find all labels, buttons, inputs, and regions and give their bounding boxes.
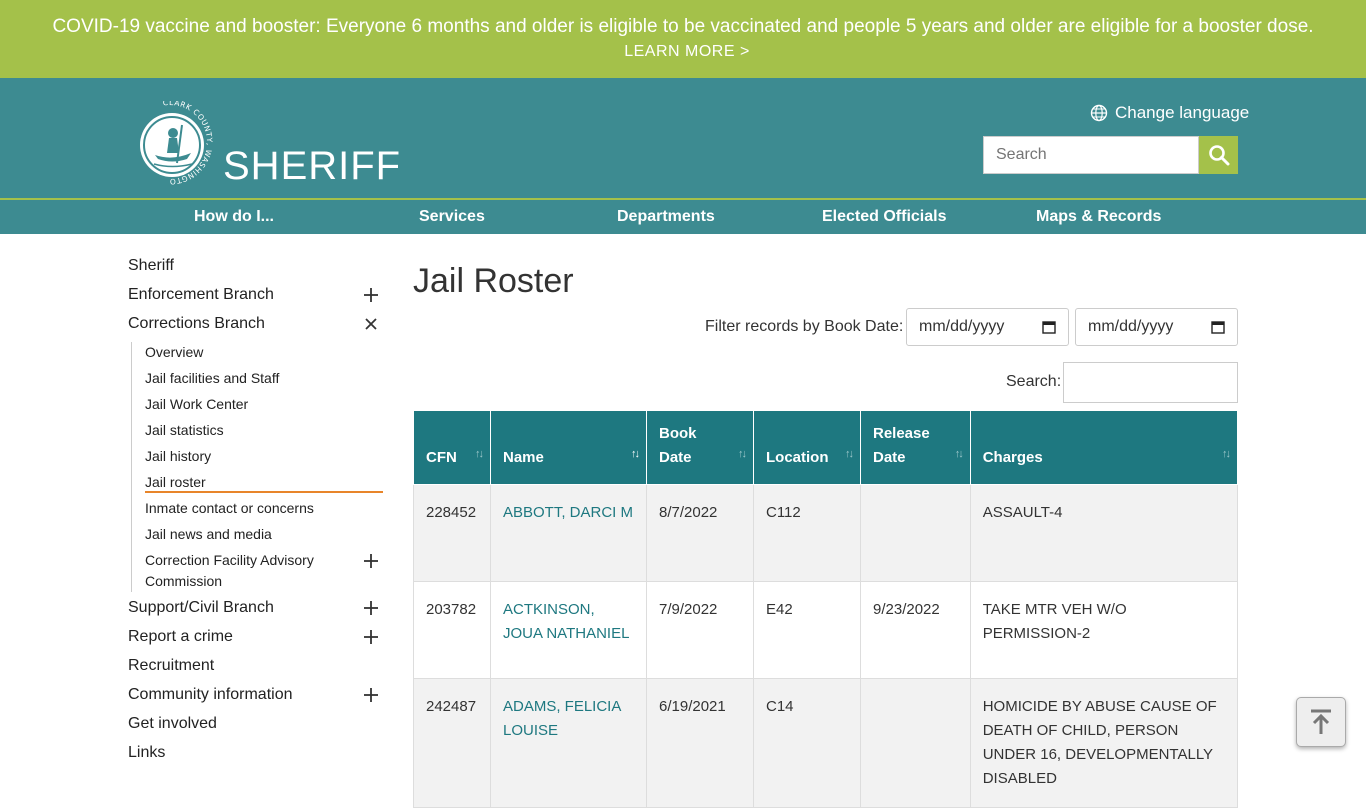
location-cell: E42 bbox=[753, 581, 861, 679]
subitem-jail-statistics[interactable]: Jail statistics bbox=[145, 420, 224, 440]
column-header-label: Name bbox=[503, 449, 544, 466]
inmate-name-link[interactable]: ABBOTT, DARCI M bbox=[503, 504, 633, 521]
site-search-button[interactable] bbox=[1199, 136, 1238, 174]
expand-plus-icon[interactable] bbox=[362, 628, 380, 646]
book-date-end-input[interactable]: mm/dd/yyyy bbox=[1075, 308, 1238, 346]
date-placeholder: mm/dd/yyyy bbox=[1088, 318, 1174, 335]
county-seal-logo[interactable]: CLARK COUNTY, WASHINGTON bbox=[127, 101, 213, 185]
subitem-jail-roster[interactable]: Jail roster bbox=[145, 472, 206, 492]
charges-cell: HOMICIDE BY ABUSE CAUSE OF DEATH OF CHIL… bbox=[969, 678, 1239, 808]
table-search-input[interactable] bbox=[1063, 362, 1238, 403]
column-header-cfn[interactable]: CFN ↑↓ bbox=[413, 410, 491, 485]
expand-plus-icon[interactable] bbox=[362, 686, 380, 704]
jail-roster-table: CFN ↑↓ Name ↑↓ Book Date ↑↓ Location ↑↓ Rele… bbox=[413, 410, 1239, 808]
cfn-cell: 228452 bbox=[413, 484, 491, 582]
expand-plus-icon[interactable] bbox=[362, 286, 380, 304]
sidebar-item-links[interactable]: Links bbox=[128, 743, 165, 763]
active-item-underline bbox=[145, 491, 383, 493]
column-header-release-date[interactable]: Release Date ↑↓ bbox=[860, 410, 971, 485]
sort-icon: ↑↓ bbox=[738, 448, 747, 460]
column-header-book-date[interactable]: Book Date ↑↓ bbox=[646, 410, 754, 485]
change-language-button[interactable]: Change language bbox=[1090, 103, 1249, 123]
table-row: 203782 ACTKINSON, JOUA NATHANIEL 7/9/202… bbox=[413, 581, 1239, 679]
charges-cell: TAKE MTR VEH W/O PERMISSION-2 bbox=[969, 581, 1239, 679]
cfn-cell: 203782 bbox=[413, 581, 491, 679]
column-header-label: Release Date bbox=[873, 425, 930, 466]
location-cell: C14 bbox=[753, 678, 861, 808]
expand-plus-icon[interactable] bbox=[362, 552, 380, 570]
nav-how-do-i[interactable]: How do I... bbox=[194, 208, 274, 226]
column-header-name[interactable]: Name ↑↓ bbox=[490, 410, 647, 485]
main-nav: How do I... Services Departments Elected… bbox=[0, 198, 1366, 234]
sidebar-item-support-civil[interactable]: Support/Civil Branch bbox=[128, 598, 274, 618]
nav-departments[interactable]: Departments bbox=[617, 208, 715, 226]
column-header-location[interactable]: Location ↑↓ bbox=[753, 410, 861, 485]
column-header-label: Charges bbox=[982, 449, 1043, 466]
release-date-cell: 9/23/2022 bbox=[860, 581, 971, 679]
sort-icon: ↑↓ bbox=[475, 448, 484, 460]
cfn-cell: 242487 bbox=[413, 678, 491, 808]
nav-services[interactable]: Services bbox=[419, 208, 485, 226]
subitem-inmate-contact[interactable]: Inmate contact or concerns bbox=[145, 498, 314, 518]
alert-banner: COVID-19 vaccine and booster: Everyone 6… bbox=[0, 0, 1366, 78]
name-cell: ACTKINSON, JOUA NATHANIEL bbox=[490, 581, 647, 679]
table-row: 242487 ADAMS, FELICIA LOUISE 6/19/2021 C… bbox=[413, 678, 1239, 808]
search-icon bbox=[1208, 145, 1229, 166]
arrow-up-to-top-icon bbox=[1311, 709, 1331, 734]
name-cell: ABBOTT, DARCI M bbox=[490, 484, 647, 582]
sort-icon: ↑↓ bbox=[1222, 448, 1231, 460]
inmate-name-link[interactable]: ADAMS, FELICIA LOUISE bbox=[503, 698, 621, 739]
column-header-charges[interactable]: Charges ↑↓ bbox=[969, 410, 1239, 485]
globe-icon bbox=[1090, 104, 1108, 122]
collapse-close-icon[interactable] bbox=[362, 315, 380, 333]
book-date-cell: 6/19/2021 bbox=[646, 678, 754, 808]
charges-cell: ASSAULT-4 bbox=[969, 484, 1239, 582]
alert-text: COVID-19 vaccine and booster: Everyone 6… bbox=[52, 16, 1314, 37]
book-date-start-input[interactable]: mm/dd/yyyy bbox=[906, 308, 1069, 346]
book-date-cell: 8/7/2022 bbox=[646, 484, 754, 582]
sidebar-item-community-info[interactable]: Community information bbox=[128, 685, 293, 705]
name-cell: ADAMS, FELICIA LOUISE bbox=[490, 678, 647, 808]
sidebar-item-report-crime[interactable]: Report a crime bbox=[128, 627, 233, 647]
site-search-input[interactable] bbox=[983, 136, 1199, 174]
column-header-label: Location bbox=[766, 449, 829, 466]
book-date-filter-label: Filter records by Book Date: bbox=[705, 318, 904, 335]
expand-plus-icon[interactable] bbox=[362, 599, 380, 617]
calendar-icon[interactable] bbox=[1042, 320, 1056, 334]
learn-more-link[interactable]: LEARN MORE > bbox=[624, 43, 750, 60]
sidebar-item-sheriff[interactable]: Sheriff bbox=[128, 256, 174, 276]
subitem-advisory-commission[interactable]: Correction Facility Advisory Commission bbox=[145, 550, 345, 592]
table-row: 228452 ABBOTT, DARCI M 8/7/2022 C112 ASS… bbox=[413, 484, 1239, 582]
table-search-label: Search: bbox=[1006, 373, 1062, 390]
sidebar-item-corrections-branch[interactable]: Corrections Branch bbox=[128, 314, 265, 334]
calendar-icon[interactable] bbox=[1211, 320, 1225, 334]
page-title: Jail Roster bbox=[413, 262, 574, 300]
submenu-divider bbox=[131, 342, 132, 592]
subitem-jail-news[interactable]: Jail news and media bbox=[145, 524, 272, 544]
back-to-top-button[interactable] bbox=[1296, 697, 1346, 747]
sort-icon: ↑↓ bbox=[845, 448, 854, 460]
subitem-jail-work-center[interactable]: Jail Work Center bbox=[145, 394, 248, 414]
sidebar-item-recruitment[interactable]: Recruitment bbox=[128, 656, 214, 676]
subitem-overview[interactable]: Overview bbox=[145, 342, 203, 362]
nav-elected-officials[interactable]: Elected Officials bbox=[822, 208, 947, 226]
subitem-jail-facilities[interactable]: Jail facilities and Staff bbox=[145, 368, 279, 388]
column-header-label: CFN bbox=[426, 449, 457, 466]
subitem-jail-history[interactable]: Jail history bbox=[145, 446, 211, 466]
change-language-label: Change language bbox=[1115, 103, 1250, 122]
column-header-label: Book Date bbox=[659, 425, 697, 466]
date-placeholder: mm/dd/yyyy bbox=[919, 318, 1005, 335]
release-date-cell bbox=[860, 484, 971, 582]
release-date-cell bbox=[860, 678, 971, 808]
sidebar-item-get-involved[interactable]: Get involved bbox=[128, 714, 217, 734]
nav-maps-records[interactable]: Maps & Records bbox=[1036, 208, 1161, 226]
site-name[interactable]: SHERIFF bbox=[223, 144, 401, 188]
sort-ascending-icon: ↑↓ bbox=[631, 448, 640, 460]
inmate-name-link[interactable]: ACTKINSON, JOUA NATHANIEL bbox=[503, 601, 629, 642]
sidebar-item-enforcement-branch[interactable]: Enforcement Branch bbox=[128, 285, 274, 305]
location-cell: C112 bbox=[753, 484, 861, 582]
sort-icon: ↑↓ bbox=[954, 448, 964, 460]
book-date-cell: 7/9/2022 bbox=[646, 581, 754, 679]
